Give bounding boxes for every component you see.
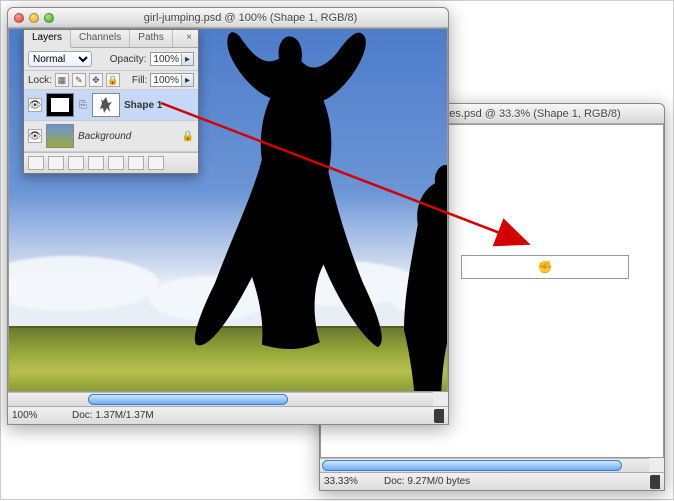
lock-all-icon[interactable]: 🔒 <box>106 73 120 87</box>
statusbar: 100% Doc: 1.37M/1.37M <box>8 406 448 424</box>
minimize-icon[interactable] <box>29 13 39 23</box>
fill-input[interactable]: 100%▸ <box>150 73 194 87</box>
group-icon[interactable] <box>108 156 124 170</box>
visibility-toggle[interactable]: 👁 <box>28 98 42 112</box>
status-docinfo: Doc: 9.27M/0 bytes <box>384 476 470 487</box>
close-icon[interactable] <box>14 13 24 23</box>
chevron-right-icon[interactable]: ▸ <box>181 54 193 65</box>
panel-close-icon[interactable]: × <box>180 30 198 47</box>
window-title: girl-jumping.psd @ 100% (Shape 1, RGB/8) <box>59 12 442 24</box>
layer-style-icon[interactable] <box>48 156 64 170</box>
status-zoom[interactable]: 100% <box>12 410 62 421</box>
layer-drag-ghost: ✊ <box>461 255 629 279</box>
blend-mode-select[interactable]: Normal <box>28 51 92 67</box>
panel-footer <box>24 152 198 173</box>
new-layer-icon[interactable] <box>128 156 144 170</box>
fill-label: Fill: <box>132 75 148 86</box>
panel-tabs[interactable]: Layers Channels Paths × <box>24 30 198 48</box>
layer-list[interactable]: 👁 ⎘ Shape 1 👁 Background 🔒 <box>24 90 198 152</box>
lock-label: Lock: <box>28 75 52 86</box>
adjustment-layer-icon[interactable] <box>88 156 104 170</box>
vector-mask-thumbnail[interactable] <box>92 93 120 117</box>
lock-fill-row: Lock: ▦ ✎ ✥ 🔒 Fill: 100%▸ <box>24 71 198 90</box>
lock-paint-icon[interactable]: ✎ <box>72 73 86 87</box>
zoom-icon[interactable] <box>44 13 54 23</box>
status-zoom[interactable]: 33.33% <box>324 476 374 487</box>
status-docinfo: Doc: 1.37M/1.37M <box>72 410 154 421</box>
visibility-toggle[interactable]: 👁 <box>28 129 42 143</box>
delete-layer-icon[interactable] <box>148 156 164 170</box>
layer-mask-icon[interactable] <box>68 156 84 170</box>
grab-cursor-icon: ✊ <box>538 260 553 274</box>
layer-thumbnail[interactable] <box>46 124 74 148</box>
opacity-label: Opacity: <box>110 54 147 65</box>
layer-name[interactable]: Shape 1 <box>124 100 162 111</box>
tab-paths[interactable]: Paths <box>130 30 173 47</box>
tab-channels[interactable]: Channels <box>71 30 130 47</box>
horizontal-scrollbar[interactable] <box>8 392 433 406</box>
resize-grip[interactable] <box>650 475 660 489</box>
layer-mask-thumbnail[interactable] <box>46 93 74 117</box>
layer-name[interactable]: Background <box>78 131 131 142</box>
lock-position-icon[interactable]: ✥ <box>89 73 103 87</box>
second-silhouette <box>404 144 448 392</box>
horizontal-scrollbar[interactable] <box>320 458 649 472</box>
chevron-right-icon[interactable]: ▸ <box>181 75 193 86</box>
blend-opacity-row: Normal Opacity: 100%▸ <box>24 48 198 71</box>
window-controls[interactable] <box>14 13 54 23</box>
link-layers-icon[interactable] <box>28 156 44 170</box>
scrollbar-thumb[interactable] <box>88 394 288 405</box>
lock-transparency-icon[interactable]: ▦ <box>55 73 69 87</box>
scrollbar-thumb[interactable] <box>322 460 622 471</box>
layer-background[interactable]: 👁 Background 🔒 <box>24 121 198 152</box>
layer-shape-1[interactable]: 👁 ⎘ Shape 1 <box>24 90 198 121</box>
resize-grip[interactable] <box>434 409 444 423</box>
opacity-input[interactable]: 100%▸ <box>150 52 194 66</box>
link-icon[interactable]: ⎘ <box>78 100 88 111</box>
layers-panel[interactable]: Layers Channels Paths × Normal Opacity: … <box>23 29 199 174</box>
titlebar[interactable]: girl-jumping.psd @ 100% (Shape 1, RGB/8) <box>8 8 448 28</box>
tab-layers[interactable]: Layers <box>24 30 71 48</box>
lock-icon: 🔒 <box>182 131 194 142</box>
statusbar: 33.33% Doc: 9.27M/0 bytes <box>320 472 664 490</box>
